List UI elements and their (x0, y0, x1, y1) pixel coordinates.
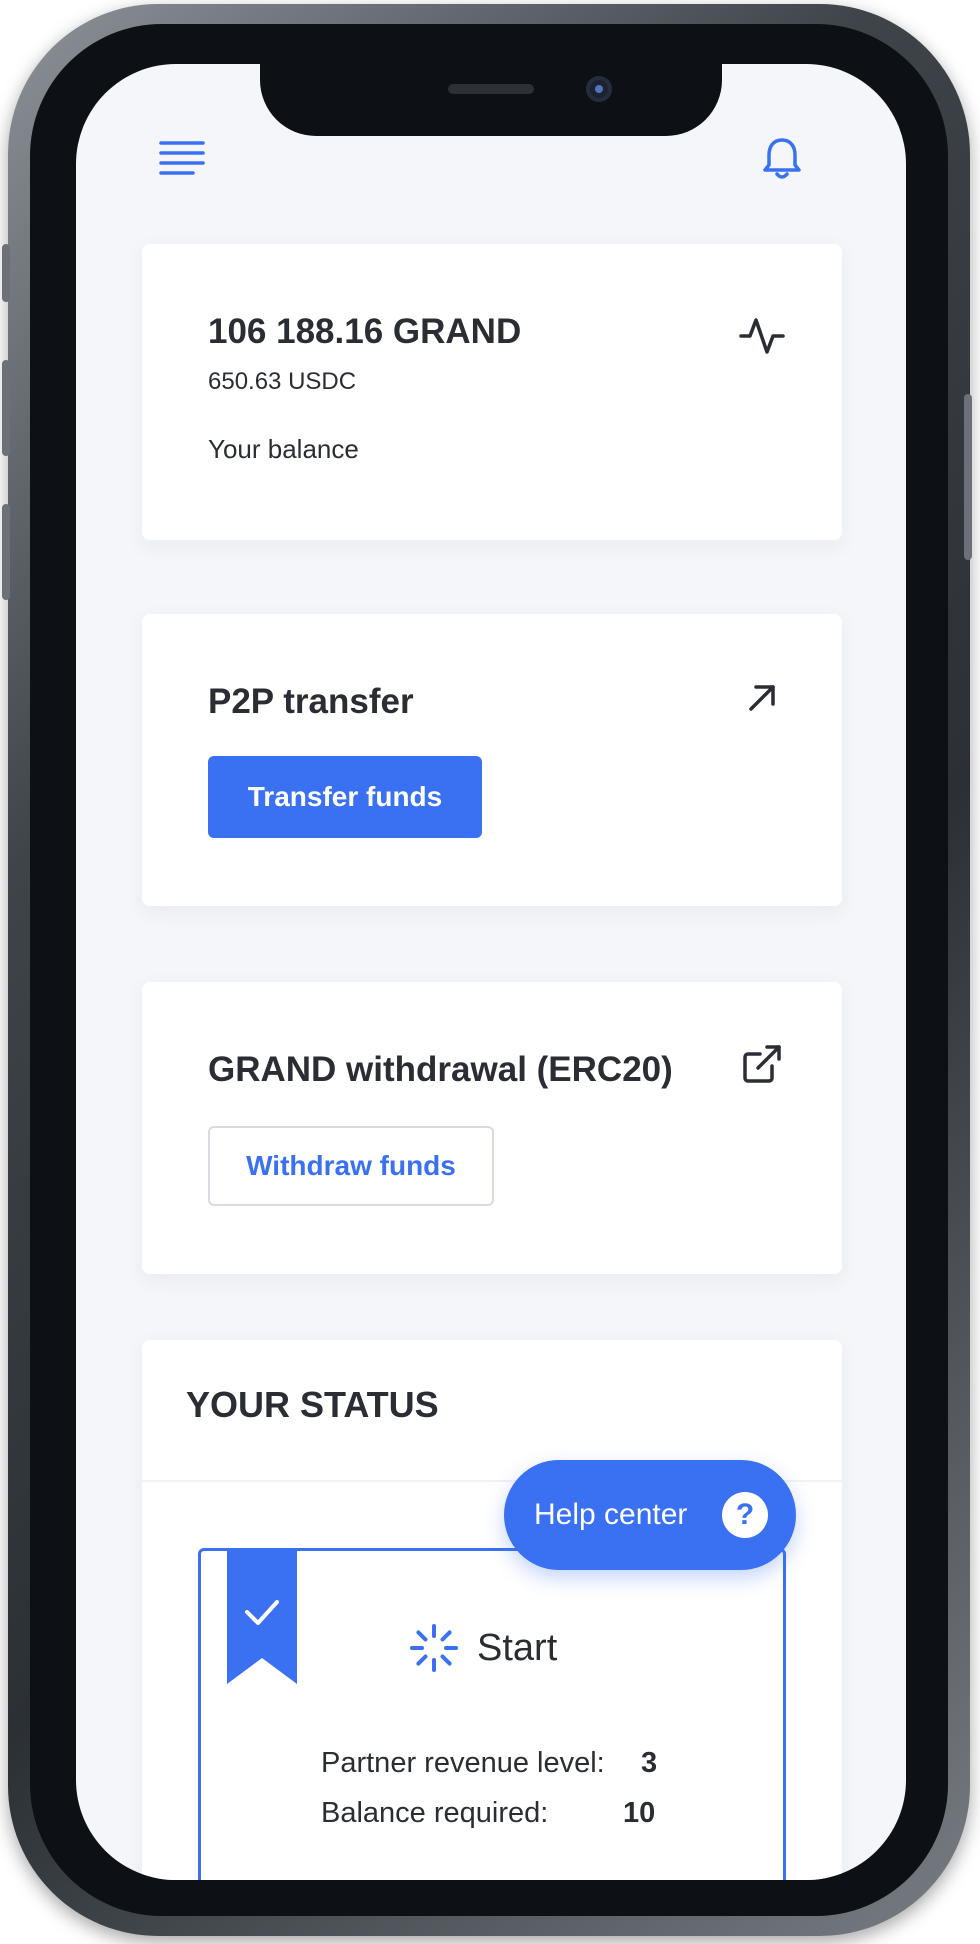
partner-revenue-value: 3 (641, 1747, 658, 1779)
withdrawal-external-link[interactable] (738, 1040, 786, 1088)
level-name-row: Start (409, 1623, 557, 1673)
balance-card: 106 188.16 GRAND 650.63 USDC Your balanc… (142, 244, 842, 540)
level-name: Start (477, 1626, 558, 1669)
balance-required-label: Balance required: (321, 1797, 549, 1829)
bell-icon (763, 138, 801, 179)
loader-icon (410, 1624, 458, 1672)
camera (586, 76, 612, 102)
partner-revenue-label: Partner revenue level: (321, 1747, 605, 1779)
side-button-power (964, 394, 972, 560)
external-link-icon (743, 1045, 781, 1083)
balance-label: Your balance (208, 434, 359, 464)
question-icon: ? (722, 1492, 768, 1538)
app-screen: 106 188.16 GRAND 650.63 USDC Your balanc… (76, 64, 906, 1880)
speaker (448, 84, 534, 94)
p2p-transfer-card: P2P transfer Transfer funds (142, 614, 842, 906)
status-level-card[interactable]: Start Partner revenue level: 3 Balance r… (198, 1548, 786, 1880)
withdrawal-title: GRAND withdrawal (ERC20) (208, 1050, 673, 1089)
balance-usd-amount: 650.63 USDC (208, 368, 357, 395)
transfer-funds-button[interactable]: Transfer funds (208, 756, 482, 838)
help-center-label: Help center (534, 1498, 688, 1531)
activity-icon (739, 318, 785, 354)
balance-required-value: 10 (623, 1797, 656, 1829)
p2p-open-button[interactable] (738, 674, 786, 722)
side-button-mute (2, 244, 10, 302)
menu-button[interactable] (158, 134, 206, 182)
notch (260, 64, 722, 136)
ribbon-badge (227, 1548, 297, 1684)
menu-icon (159, 141, 205, 175)
help-center-button[interactable]: Help center ? (504, 1460, 796, 1570)
p2p-title: P2P transfer (208, 682, 414, 721)
side-button-volume-down (2, 504, 10, 600)
arrow-up-right-icon (749, 685, 775, 711)
side-button-volume-up (2, 360, 10, 456)
notifications-button[interactable] (758, 134, 806, 182)
withdrawal-card: GRAND withdrawal (ERC20) Withdraw funds (142, 982, 842, 1274)
status-card: YOUR STATUS Start Partner revenue level:… (142, 1340, 842, 1880)
status-title: YOUR STATUS (186, 1384, 439, 1425)
withdraw-funds-button[interactable]: Withdraw funds (208, 1126, 494, 1206)
activity-button[interactable] (738, 312, 786, 360)
balance-amount: 106 188.16 GRAND (208, 312, 522, 351)
